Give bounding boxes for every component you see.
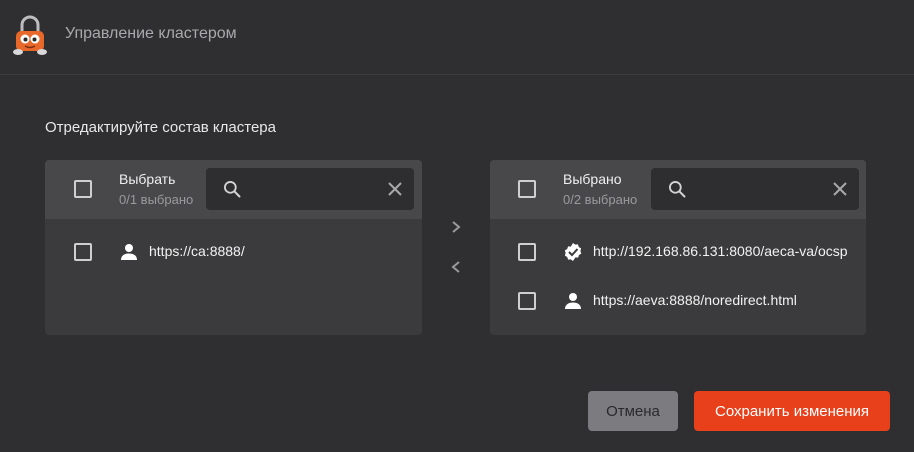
available-selected-count: 0/1 выбрано <box>119 192 194 207</box>
verified-badge-icon <box>564 243 582 261</box>
selected-search-box <box>651 168 859 210</box>
selected-search-input[interactable] <box>691 168 821 210</box>
title-bar: Управление кластером <box>0 0 914 75</box>
available-list-panel: Выбрать 0/1 выбрано https://ca:8888/ <box>45 160 422 335</box>
list-item-label: https://aeva:8888/noredirect.html <box>593 292 797 308</box>
close-icon[interactable] <box>831 180 849 198</box>
search-icon <box>669 181 686 198</box>
list-item-checkbox[interactable] <box>518 292 536 310</box>
user-icon <box>565 293 581 309</box>
list-item-label: http://192.168.86.131:8080/aeca-va/ocsp <box>593 243 848 259</box>
list-item-checkbox[interactable] <box>518 243 536 261</box>
list-item[interactable]: https://aeva:8888/noredirect.html <box>490 281 866 321</box>
available-search-input[interactable] <box>246 168 376 210</box>
cancel-button[interactable]: Отмена <box>588 391 678 431</box>
section-title: Отредактируйте состав кластера <box>45 119 276 136</box>
selected-select-all-checkbox[interactable] <box>518 180 536 198</box>
search-icon <box>224 181 241 198</box>
available-search-box <box>206 168 414 210</box>
list-item[interactable]: https://ca:8888/ <box>45 232 422 272</box>
list-item-checkbox[interactable] <box>74 243 92 261</box>
close-icon[interactable] <box>386 180 404 198</box>
user-icon <box>121 244 137 260</box>
selected-selected-count: 0/2 выбрано <box>563 192 638 207</box>
available-select-all-checkbox[interactable] <box>74 180 92 198</box>
available-list-header: Выбрать 0/1 выбрано <box>45 160 422 219</box>
lock-mascot-logo-icon <box>13 15 47 55</box>
list-item[interactable]: http://192.168.86.131:8080/aeca-va/ocsp <box>490 232 866 272</box>
move-left-chevron-icon[interactable] <box>446 257 466 277</box>
save-changes-button[interactable]: Сохранить изменения <box>694 391 890 431</box>
move-right-chevron-icon[interactable] <box>446 217 466 237</box>
list-item-label: https://ca:8888/ <box>149 243 245 259</box>
selected-list-panel: Выбрано 0/2 выбрано http://192.168.86.13… <box>490 160 866 335</box>
available-list-title: Выбрать <box>119 171 176 187</box>
window-title: Управление кластером <box>65 25 237 42</box>
selected-list-title: Выбрано <box>563 171 622 187</box>
selected-list-header: Выбрано 0/2 выбрано <box>490 160 866 219</box>
